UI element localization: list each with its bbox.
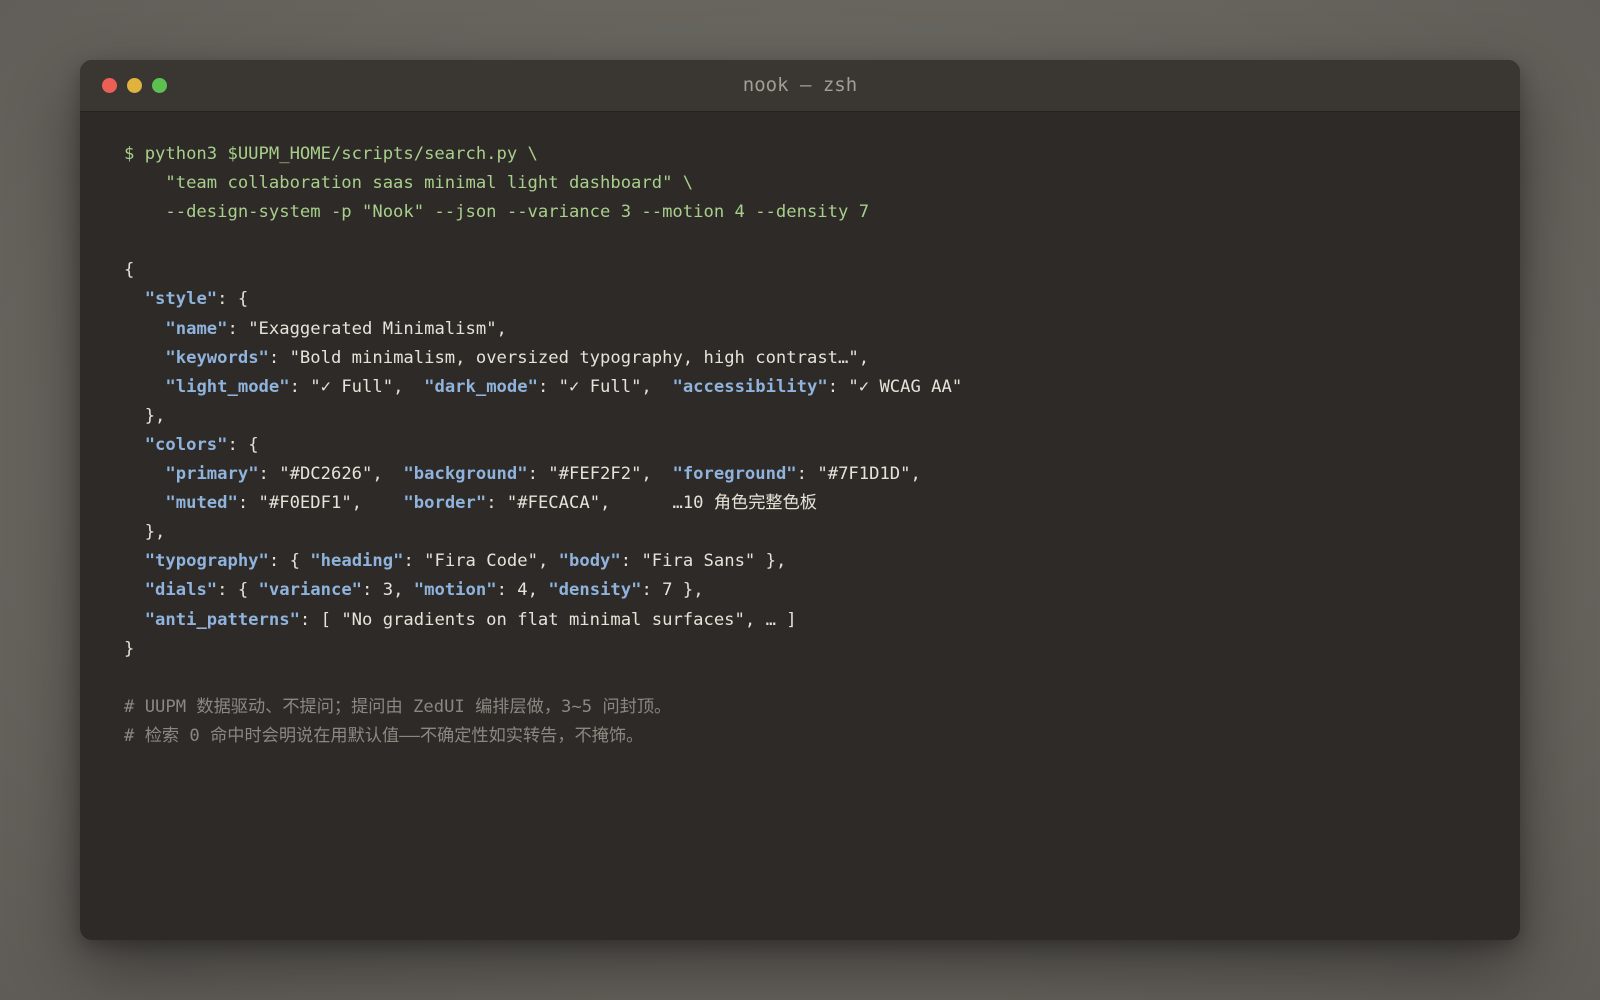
json-value-accessibility: : "✓ WCAG AA" xyxy=(827,376,963,397)
json-key-anti-patterns: "anti_patterns" xyxy=(144,609,300,630)
json-value-muted: : "#F0EDF1", xyxy=(237,493,404,514)
json-colors-line: "colors": { xyxy=(124,431,1480,460)
json-key-style: "style" xyxy=(144,289,218,310)
json-name-line: "name": "Exaggerated Minimalism", xyxy=(124,315,1480,344)
json-key-variance: "variance" xyxy=(258,580,363,601)
json-open-brace: { xyxy=(124,260,135,281)
json-key-typography: "typography" xyxy=(144,551,269,572)
json-colors-close: }, xyxy=(124,522,166,543)
json-key-muted: "muted" xyxy=(165,493,238,514)
json-colors-row-1: "primary": "#DC2626", "background": "#FE… xyxy=(124,460,1480,489)
json-keywords-line: "keywords": "Bold minimalism, oversized … xyxy=(124,344,1480,373)
json-modes-line: "light_mode": "✓ Full", "dark_mode": "✓ … xyxy=(124,373,1480,402)
json-value-anti-patterns: : [ "No gradients on flat minimal surfac… xyxy=(299,609,797,630)
json-value-foreground: : "#7F1D1D", xyxy=(796,464,921,485)
json-punct: : { xyxy=(217,580,259,601)
json-key-light-mode: "light_mode" xyxy=(165,376,290,397)
json-value-density: : 7 }, xyxy=(641,580,704,601)
json-dials-line: "dials": { "variance": 3, "motion": 4, "… xyxy=(124,576,1480,605)
json-key-body: "body" xyxy=(558,551,621,572)
json-key-colors: "colors" xyxy=(144,434,228,455)
json-key-background: "background" xyxy=(403,464,528,485)
json-style-close: }, xyxy=(124,405,166,426)
json-key-border: "border" xyxy=(403,493,487,514)
json-value-primary: : "#DC2626", xyxy=(258,464,404,485)
json-punct: : { xyxy=(217,289,249,310)
comment-line-1: # UUPM 数据驱动、不提问；提问由 ZedUI 编排层做，3~5 问封顶。 xyxy=(124,696,672,717)
json-value-body: : "Fira Sans" }, xyxy=(620,551,787,572)
json-value-motion: : 4, xyxy=(496,580,549,601)
json-value-name: : "Exaggerated Minimalism", xyxy=(227,318,507,339)
command-line-3: --design-system -p "Nook" --json --varia… xyxy=(124,202,870,223)
json-style-line: "style": { xyxy=(124,285,1480,314)
json-value-border: : "#FECACA", …10 角色完整色板 xyxy=(486,493,817,514)
json-anti-patterns-line: "anti_patterns": [ "No gradients on flat… xyxy=(124,606,1480,635)
json-colors-row-2: "muted": "#F0EDF1", "border": "#FECACA",… xyxy=(124,489,1480,518)
json-key-keywords: "keywords" xyxy=(165,347,269,368)
json-key-dials: "dials" xyxy=(144,580,218,601)
window-title: nook — zsh xyxy=(742,74,858,96)
comment-line-2: # 检索 0 命中时会明说在用默认值——不确定性如实转告，不掩饰。 xyxy=(124,725,644,746)
terminal-output[interactable]: $ python3 $UUPM_HOME/scripts/search.py \… xyxy=(124,140,1480,751)
json-key-motion: "motion" xyxy=(413,580,497,601)
json-key-name: "name" xyxy=(165,318,228,339)
command-line-2: "team collaboration saas minimal light d… xyxy=(124,173,694,194)
json-key-dark-mode: "dark_mode" xyxy=(424,376,538,397)
json-key-heading: "heading" xyxy=(310,551,404,572)
json-key-foreground: "foreground" xyxy=(672,464,797,485)
command-line-1: $ python3 $UUPM_HOME/scripts/search.py \ xyxy=(124,144,538,164)
json-value-keywords: : "Bold minimalism, oversized typography… xyxy=(268,347,870,368)
title-bar: nook — zsh xyxy=(80,60,1520,112)
json-typography-line: "typography": { "heading": "Fira Code", … xyxy=(124,547,1480,576)
json-punct: : { xyxy=(268,551,311,572)
json-key-accessibility: "accessibility" xyxy=(672,376,828,397)
json-punct: : { xyxy=(227,434,259,455)
json-key-primary: "primary" xyxy=(165,464,259,485)
json-value-dark-mode: : "✓ Full", xyxy=(537,376,673,397)
json-value-background: : "#FEF2F2", xyxy=(527,464,673,485)
json-close-brace: } xyxy=(124,638,135,659)
json-value-heading: : "Fira Code", xyxy=(403,551,559,572)
json-value-variance: : 3, xyxy=(362,580,414,601)
terminal-window: nook — zsh $ python3 $UUPM_HOME/scripts/… xyxy=(80,60,1520,940)
json-key-density: "density" xyxy=(548,580,642,601)
json-value-light-mode: : "✓ Full", xyxy=(289,376,425,397)
